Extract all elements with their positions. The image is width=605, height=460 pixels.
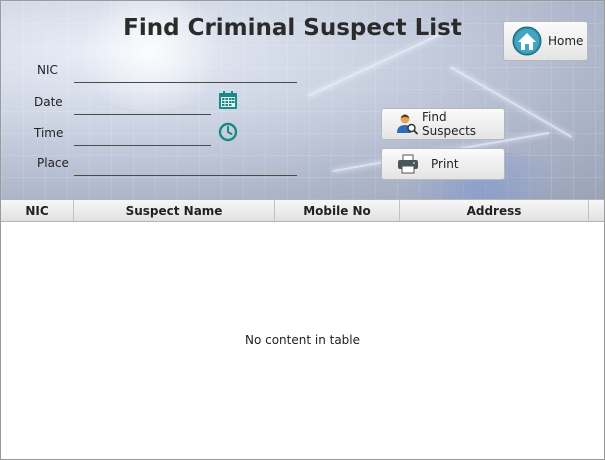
column-header-nic[interactable]: NIC bbox=[1, 200, 74, 221]
column-header-mobile-no[interactable]: Mobile No bbox=[275, 200, 400, 221]
time-label: Time bbox=[34, 126, 64, 140]
place-field[interactable] bbox=[74, 158, 297, 176]
print-label: Print bbox=[431, 157, 459, 171]
column-header-filler bbox=[589, 200, 604, 221]
find-suspects-label: Find Suspects bbox=[422, 110, 477, 138]
home-button[interactable]: Home bbox=[503, 21, 588, 61]
find-suspects-button[interactable]: Find Suspects bbox=[381, 108, 505, 140]
table-placeholder: No content in table bbox=[244, 333, 361, 347]
nic-field[interactable] bbox=[74, 65, 297, 83]
date-label: Date bbox=[34, 95, 63, 109]
place-label: Place bbox=[37, 156, 69, 170]
nic-label: NIC bbox=[37, 63, 58, 77]
app-window: Find Criminal Suspect List Home NIC Date bbox=[0, 0, 605, 460]
page-title: Find Criminal Suspect List bbox=[123, 15, 462, 41]
calendar-icon[interactable] bbox=[218, 90, 238, 110]
column-header-address[interactable]: Address bbox=[400, 200, 589, 221]
header-panel: Find Criminal Suspect List Home NIC Date bbox=[1, 1, 604, 199]
user-search-icon bbox=[396, 113, 418, 135]
clock-icon[interactable] bbox=[218, 122, 238, 142]
suspects-table[interactable]: NIC Suspect Name Mobile No Address No co… bbox=[1, 199, 604, 459]
table-header: NIC Suspect Name Mobile No Address bbox=[1, 199, 604, 222]
home-icon bbox=[512, 26, 542, 56]
home-button-label: Home bbox=[548, 34, 584, 48]
print-button[interactable]: Print bbox=[381, 148, 505, 180]
date-field[interactable] bbox=[74, 97, 211, 115]
time-field[interactable] bbox=[74, 128, 211, 146]
column-header-suspect-name[interactable]: Suspect Name bbox=[74, 200, 275, 221]
printer-icon bbox=[397, 153, 419, 175]
